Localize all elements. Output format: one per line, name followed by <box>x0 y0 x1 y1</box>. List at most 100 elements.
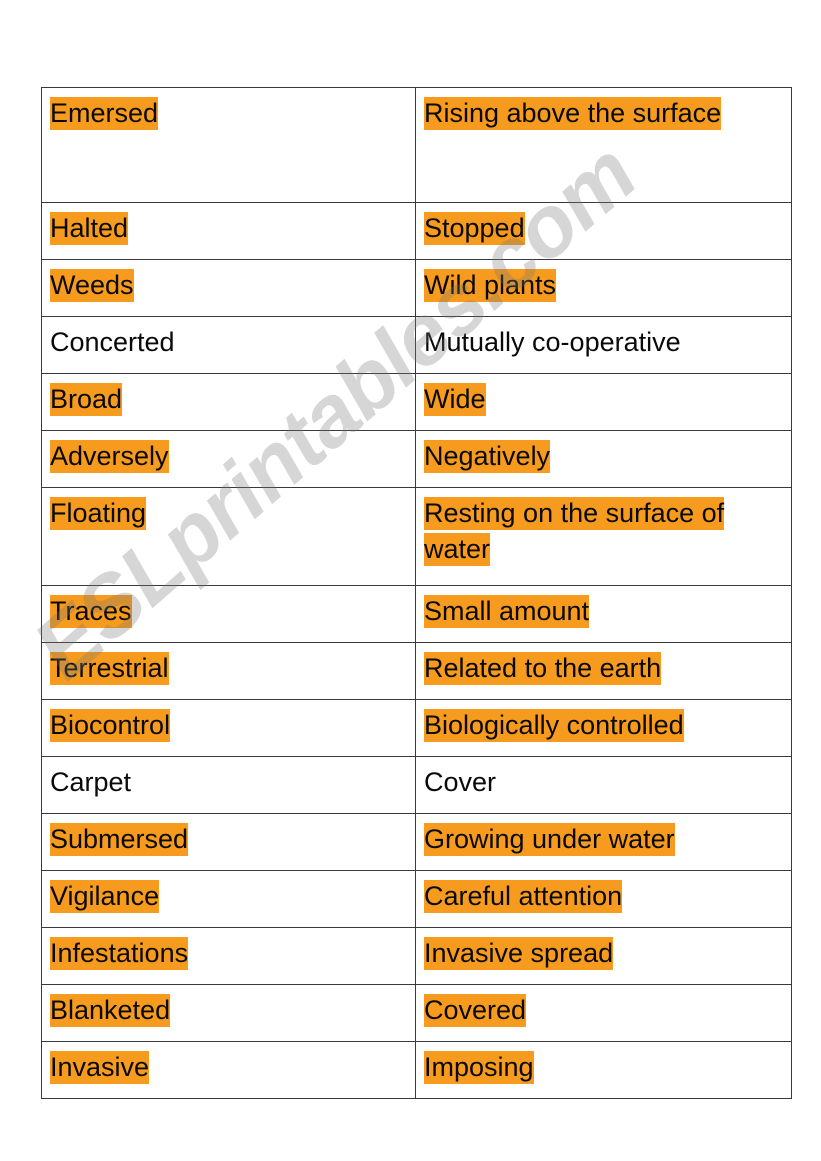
vocab-definition-cell: Stopped <box>415 202 792 260</box>
vocab-word-text: Submersed <box>50 822 415 858</box>
vocab-word-text: Vigilance <box>50 879 415 915</box>
highlight-mark: Blanketed <box>50 994 171 1027</box>
highlight-mark: Resting on the surface of water <box>424 497 725 566</box>
worksheet-page: Emersed Rising above the surface Halted Sto… <box>0 0 821 1161</box>
vocab-definition-cell: Negatively <box>415 430 792 488</box>
highlight-mark: Small amount <box>424 595 590 628</box>
vocab-word-cell: Biocontrol <box>41 699 416 757</box>
vocab-word-text: Traces <box>50 594 415 630</box>
vocab-definition-text: Wide <box>424 382 791 418</box>
vocab-word-text: Halted <box>50 211 415 247</box>
table-row: Terrestrial Related to the earth <box>41 642 792 700</box>
vocab-definition-text: Growing under water <box>424 822 791 858</box>
highlight-mark: Rising above the surface <box>424 97 722 130</box>
table-row: Weeds Wild plants <box>41 259 792 317</box>
vocab-definition-text: Rising above the surface <box>424 96 791 132</box>
vocab-definition-cell: Biologically controlled <box>415 699 792 757</box>
vocab-word-text: Weeds <box>50 268 415 304</box>
vocab-definition-cell: Related to the earth <box>415 642 792 700</box>
table-row: Blanketed Covered <box>41 984 792 1042</box>
table-row: Broad Wide <box>41 373 792 431</box>
vocab-word-cell: Emersed <box>41 87 416 203</box>
vocab-word-cell: Adversely <box>41 430 416 488</box>
highlight-mark: Imposing <box>424 1051 534 1084</box>
vocab-word-cell: Vigilance <box>41 870 416 928</box>
highlight-mark: Stopped <box>424 212 525 245</box>
vocab-word-cell: Broad <box>41 373 416 431</box>
highlight-mark: Wide <box>424 383 486 416</box>
table-row: Carpet Cover <box>41 756 792 814</box>
vocab-word-cell: Traces <box>41 585 416 643</box>
vocab-word-text: Adversely <box>50 439 415 475</box>
vocab-word-text: Concerted <box>50 327 175 357</box>
highlight-mark: Negatively <box>424 440 551 473</box>
vocab-word-text: Infestations <box>50 936 415 972</box>
vocab-definition-text: Biologically controlled <box>424 708 791 744</box>
table-row: Submersed Growing under water <box>41 813 792 871</box>
highlight-mark: Growing under water <box>424 823 675 856</box>
vocab-definition-cell: Rising above the surface <box>415 87 792 203</box>
highlight-mark: Invasive <box>50 1051 150 1084</box>
vocab-word-text: Blanketed <box>50 993 415 1029</box>
highlight-mark: Vigilance <box>50 880 160 913</box>
vocab-definition-text: Stopped <box>424 211 791 247</box>
vocab-word-text: Carpet <box>50 767 132 797</box>
vocab-word-text: Invasive <box>50 1050 415 1086</box>
highlight-mark: Biocontrol <box>50 709 171 742</box>
highlight-mark: Biologically controlled <box>424 709 684 742</box>
vocab-word-cell: Weeds <box>41 259 416 317</box>
highlight-mark: Careful attention <box>424 880 623 913</box>
highlight-mark: Traces <box>50 595 132 628</box>
highlight-mark: Terrestrial <box>50 652 169 685</box>
highlight-mark: Adversely <box>50 440 169 473</box>
table-row: Emersed Rising above the surface <box>41 87 792 203</box>
vocab-definition-text: Wild plants <box>424 268 791 304</box>
highlight-mark: Wild plants <box>424 269 557 302</box>
highlight-mark: Halted <box>50 212 129 245</box>
table-row: Floating Resting on the surface of water <box>41 487 792 586</box>
vocab-word-cell: Floating <box>41 487 416 586</box>
table-row: Invasive Imposing <box>41 1041 792 1099</box>
vocab-definition-cell: Resting on the surface of water <box>415 487 792 586</box>
vocab-definition-cell: Careful attention <box>415 870 792 928</box>
vocab-definition-text: Negatively <box>424 439 791 475</box>
vocab-definition-cell: Cover <box>415 756 792 814</box>
vocab-word-cell: Submersed <box>41 813 416 871</box>
vocab-definition-cell: Wide <box>415 373 792 431</box>
vocab-word-cell: Infestations <box>41 927 416 985</box>
vocab-definition-text: Small amount <box>424 594 791 630</box>
vocab-definition-cell: Mutually co-operative <box>415 316 792 374</box>
table-row: Biocontrol Biologically controlled <box>41 699 792 757</box>
highlight-mark: Invasive spread <box>424 937 614 970</box>
table-row: Infestations Invasive spread <box>41 927 792 985</box>
vocab-definition-text: Covered <box>424 993 791 1029</box>
vocabulary-table-body: Emersed Rising above the surface Halted Sto… <box>41 87 792 1099</box>
vocab-definition-cell: Growing under water <box>415 813 792 871</box>
vocab-word-text: Broad <box>50 382 415 418</box>
highlight-mark: Broad <box>50 383 123 416</box>
vocab-word-cell: Carpet <box>41 756 416 814</box>
vocab-word-text: Emersed <box>50 96 415 132</box>
vocab-word-cell: Blanketed <box>41 984 416 1042</box>
highlight-mark: Related to the earth <box>424 652 662 685</box>
vocab-word-text: Biocontrol <box>50 708 415 744</box>
vocab-definition-text: Careful attention <box>424 879 791 915</box>
vocab-definition-text: Invasive spread <box>424 936 791 972</box>
vocab-definition-text: Related to the earth <box>424 651 791 687</box>
table-row: Adversely Negatively <box>41 430 792 488</box>
table-row: Concerted Mutually co-operative <box>41 316 792 374</box>
vocab-definition-cell: Wild plants <box>415 259 792 317</box>
vocab-definition-text: Cover <box>424 767 497 797</box>
table-row: Traces Small amount <box>41 585 792 643</box>
vocab-word-cell: Halted <box>41 202 416 260</box>
highlight-mark: Covered <box>424 994 527 1027</box>
highlight-mark: Submersed <box>50 823 189 856</box>
highlight-mark: Floating <box>50 497 147 530</box>
highlight-mark: Emersed <box>50 97 159 130</box>
vocab-definition-cell: Small amount <box>415 585 792 643</box>
table-row: Vigilance Careful attention <box>41 870 792 928</box>
vocab-definition-text: Imposing <box>424 1050 791 1086</box>
vocab-word-cell: Terrestrial <box>41 642 416 700</box>
highlight-mark: Weeds <box>50 269 134 302</box>
vocab-definition-cell: Imposing <box>415 1041 792 1099</box>
